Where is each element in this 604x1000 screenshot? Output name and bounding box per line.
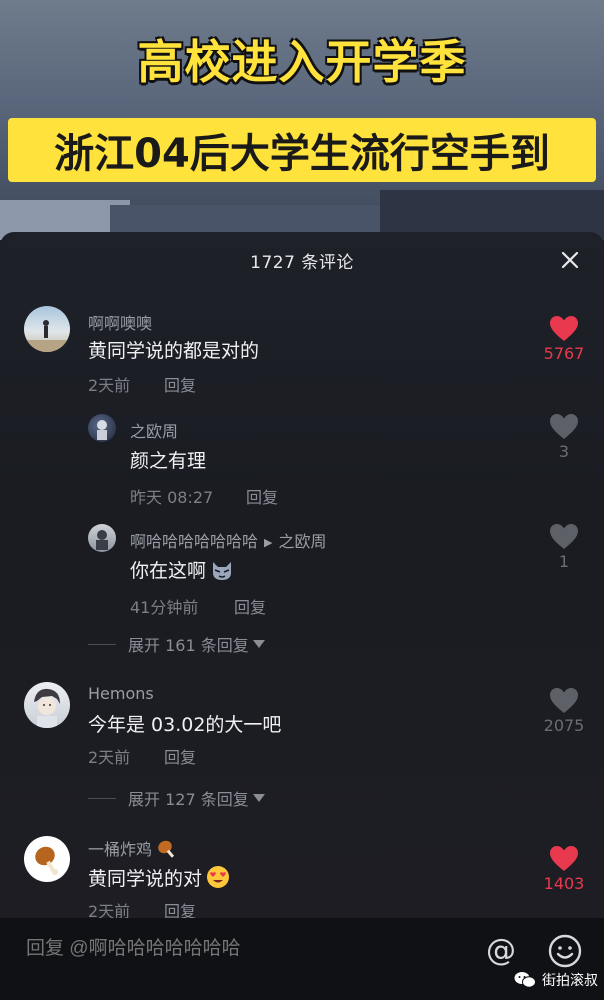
- avatar[interactable]: [24, 682, 70, 728]
- comment-author[interactable]: 一桶炸鸡: [88, 840, 152, 859]
- video-title-banner: 浙江04后大学生流行空手到: [8, 118, 596, 182]
- reply-input[interactable]: [26, 938, 446, 960]
- comment-text: 今年是 03.02的大一吧: [88, 714, 282, 736]
- heart-outline-icon: [550, 414, 578, 439]
- comment-author[interactable]: Hemons: [88, 684, 154, 703]
- avatar[interactable]: [88, 524, 116, 552]
- comment-item: 啊啊噢噢 黄同学说的都是对的 2天前 回复 5767: [0, 302, 604, 402]
- reply-button[interactable]: 回复: [164, 372, 196, 396]
- reply-button[interactable]: 回复: [234, 594, 266, 618]
- comment-author-line: 啊哈哈哈哈哈哈哈 ▶ 之欧周: [130, 528, 327, 552]
- video-title-line1: 高校进入开学季: [137, 35, 467, 89]
- reply-arrow-icon: ▶: [264, 536, 273, 549]
- avatar-face-icon: [34, 688, 60, 728]
- like-button[interactable]: 5767: [534, 316, 594, 363]
- comment-text: 黄同学说的对: [88, 868, 203, 890]
- at-icon: @: [486, 933, 516, 968]
- heart-eyes-emoji-icon: [207, 866, 230, 888]
- watermark: 街拍滚叔: [514, 970, 598, 990]
- heart-filled-icon: [550, 316, 578, 341]
- avatar-figure-icon: [96, 530, 108, 550]
- comment-author-line: 一桶炸鸡: [88, 836, 178, 860]
- comment-panel: 1727 条评论 啊啊噢噢 黄同学说的都是对的 2天前 回复 5767 之欧周 …: [0, 232, 604, 918]
- like-button[interactable]: 2075: [534, 688, 594, 735]
- divider: [88, 643, 116, 645]
- panel-header: 1727 条评论: [0, 232, 604, 288]
- like-count: 2075: [543, 716, 585, 735]
- reply-button[interactable]: 回复: [164, 744, 196, 768]
- avatar[interactable]: [88, 414, 116, 442]
- wechat-icon: [514, 972, 536, 988]
- like-button[interactable]: 1: [534, 524, 594, 571]
- smiley-icon: [548, 934, 582, 968]
- avatar-figure-icon: [97, 420, 107, 440]
- reply-to-author[interactable]: 之欧周: [278, 532, 326, 551]
- expand-replies-label: 展开 161 条回复: [128, 636, 249, 655]
- avatar-figure-icon: [24, 320, 70, 352]
- comment-text-line: 你在这啊: [130, 556, 234, 583]
- comment-author[interactable]: 之欧周: [130, 418, 178, 442]
- heart-filled-icon: [550, 846, 578, 871]
- heart-outline-icon: [550, 524, 578, 549]
- like-count: 1: [558, 552, 570, 571]
- comment-text: 黄同学说的都是对的: [88, 340, 260, 362]
- reply-item: 之欧周 颜之有理 昨天 08:27 回复 3: [0, 410, 604, 510]
- watermark-text: 街拍滚叔: [542, 973, 598, 989]
- like-count: 1403: [543, 874, 585, 893]
- comment-count-title: 1727 条评论: [250, 252, 354, 273]
- drumstick-emoji-icon: [158, 840, 175, 858]
- mention-button[interactable]: @: [484, 934, 518, 968]
- comment-time: 2天前: [88, 748, 131, 767]
- comment-author[interactable]: 啊啊噢噢: [88, 310, 152, 334]
- avatar[interactable]: [24, 836, 70, 882]
- video-title-line2: 浙江04后大学生流行空手到: [54, 131, 550, 177]
- triangle-down-icon: [252, 794, 265, 802]
- close-icon: [561, 251, 579, 269]
- expand-replies-button[interactable]: 展开 161 条回复: [88, 632, 265, 656]
- comment-time: 2天前: [88, 902, 131, 918]
- expand-replies-label: 展开 127 条回复: [128, 790, 249, 809]
- comment-time: 41分钟前: [130, 598, 199, 617]
- like-button[interactable]: 3: [534, 414, 594, 461]
- comment-time: 昨天 08:27: [130, 488, 214, 507]
- cat-emoji-icon: [213, 562, 232, 580]
- comment-item: 一桶炸鸡 黄同学说的对 2天前 回复 1403: [0, 832, 604, 918]
- like-count: 5767: [543, 344, 585, 363]
- like-count: 3: [558, 442, 570, 461]
- comment-author[interactable]: 啊哈哈哈哈哈哈哈: [130, 532, 258, 551]
- comment-item: Hemons 今年是 03.02的大一吧 2天前 回复 2075: [0, 678, 604, 778]
- reply-input-bar: @ 街拍滚叔: [0, 918, 604, 1000]
- close-button[interactable]: [556, 246, 584, 274]
- reply-item: 啊哈哈哈哈哈哈哈 ▶ 之欧周 你在这啊 41分钟前 回复 1: [0, 520, 604, 620]
- triangle-down-icon: [252, 640, 265, 648]
- comment-time: 2天前: [88, 376, 131, 395]
- like-button[interactable]: 1403: [534, 846, 594, 893]
- avatar[interactable]: [24, 306, 70, 352]
- comment-text-line: 黄同学说的对: [88, 864, 230, 891]
- heart-outline-icon: [550, 688, 578, 713]
- comment-text: 你在这啊: [130, 560, 207, 582]
- comment-text: 颜之有理: [130, 450, 207, 472]
- expand-replies-button[interactable]: 展开 127 条回复: [88, 786, 265, 810]
- divider: [88, 797, 116, 799]
- chicken-leg-icon: [35, 846, 58, 875]
- reply-button[interactable]: 回复: [164, 898, 196, 918]
- reply-button[interactable]: 回复: [246, 484, 278, 508]
- emoji-button[interactable]: [548, 934, 582, 968]
- video-background: 高校进入开学季 浙江04后大学生流行空手到: [0, 0, 604, 240]
